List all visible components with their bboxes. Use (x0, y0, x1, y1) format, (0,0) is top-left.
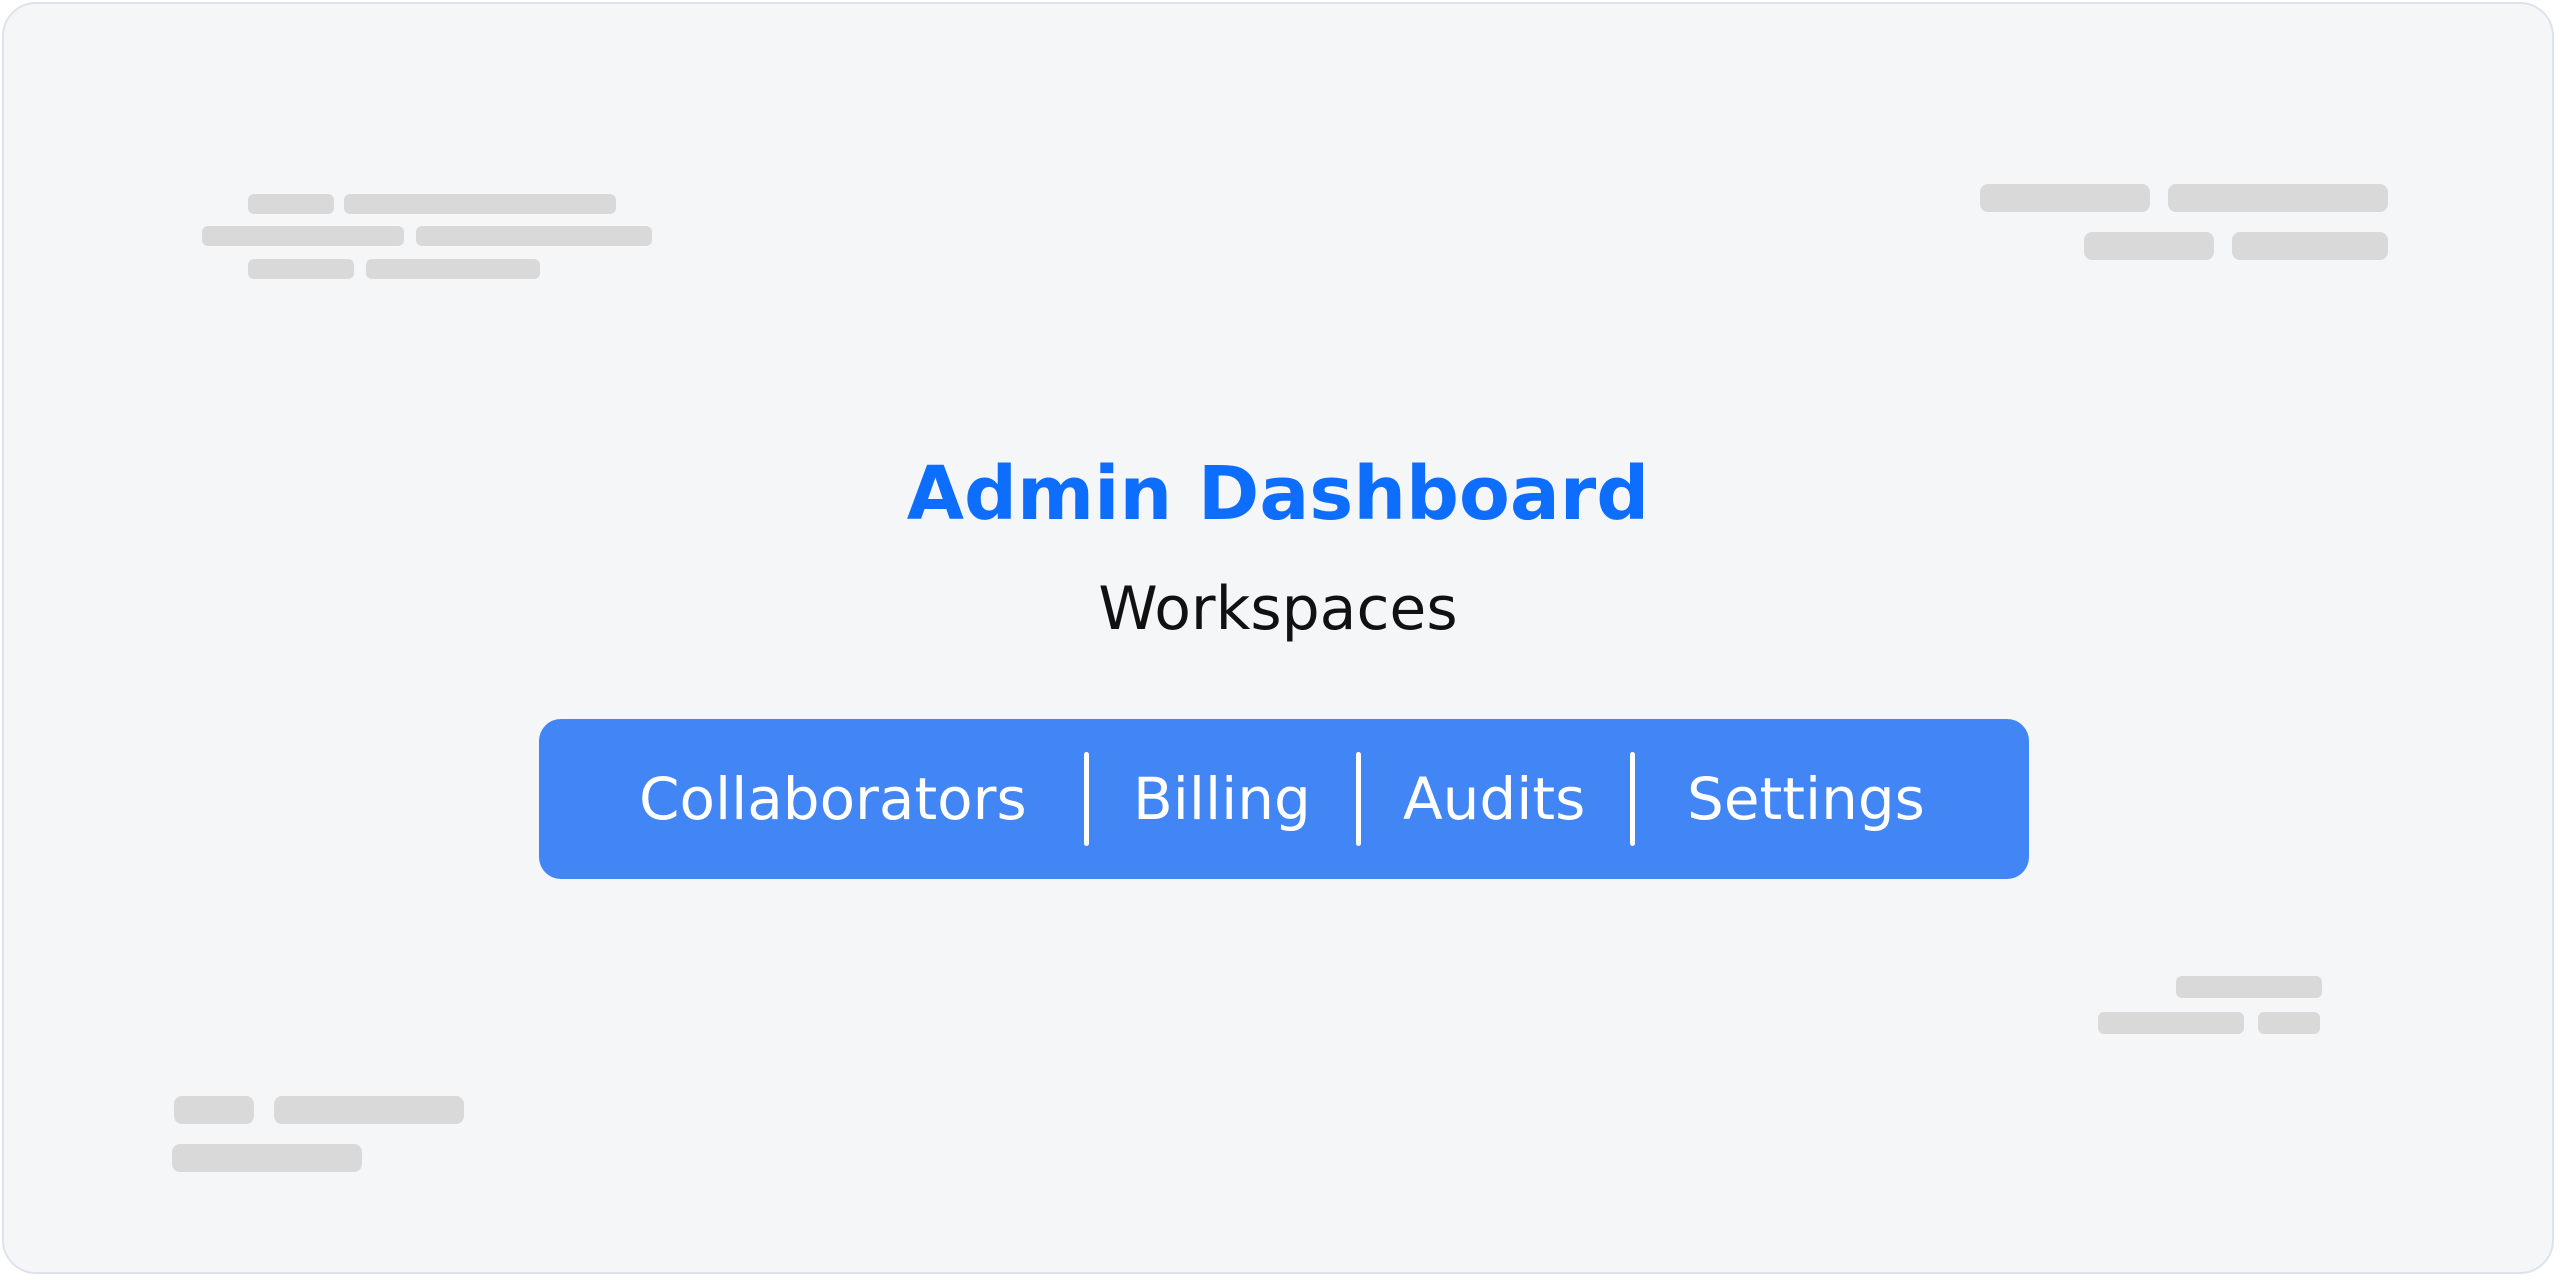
placeholder-line (2176, 976, 2322, 998)
nav-item-settings[interactable]: Settings (1687, 719, 1925, 879)
placeholder-line (2232, 232, 2388, 260)
placeholder-line (416, 226, 652, 246)
placeholder-line (248, 194, 334, 214)
placeholder-line (2168, 184, 2388, 212)
placeholder-line (2258, 1012, 2320, 1034)
nav-separator (1630, 752, 1635, 846)
workspace-nav-bar: Collaborators Billing Audits Settings (539, 719, 2029, 879)
placeholder-line (1980, 184, 2150, 212)
nav-item-audits[interactable]: Audits (1403, 719, 1585, 879)
placeholder-line (274, 1096, 464, 1124)
placeholder-line (344, 194, 616, 214)
placeholder-line (366, 259, 540, 279)
nav-separator (1356, 752, 1361, 846)
nav-item-billing[interactable]: Billing (1133, 719, 1311, 879)
page-subtitle: Workspaces (1098, 574, 1458, 644)
placeholder-line (202, 226, 404, 246)
placeholder-line (2098, 1012, 2244, 1034)
page-title: Admin Dashboard (906, 451, 1650, 537)
nav-item-collaborators[interactable]: Collaborators (639, 719, 1027, 879)
nav-separator (1084, 752, 1089, 846)
placeholder-line (172, 1144, 362, 1172)
placeholder-line (248, 259, 354, 279)
placeholder-line (2084, 232, 2214, 260)
dashboard-card: Admin Dashboard Workspaces Collaborators… (2, 2, 2554, 1274)
placeholder-line (174, 1096, 254, 1124)
